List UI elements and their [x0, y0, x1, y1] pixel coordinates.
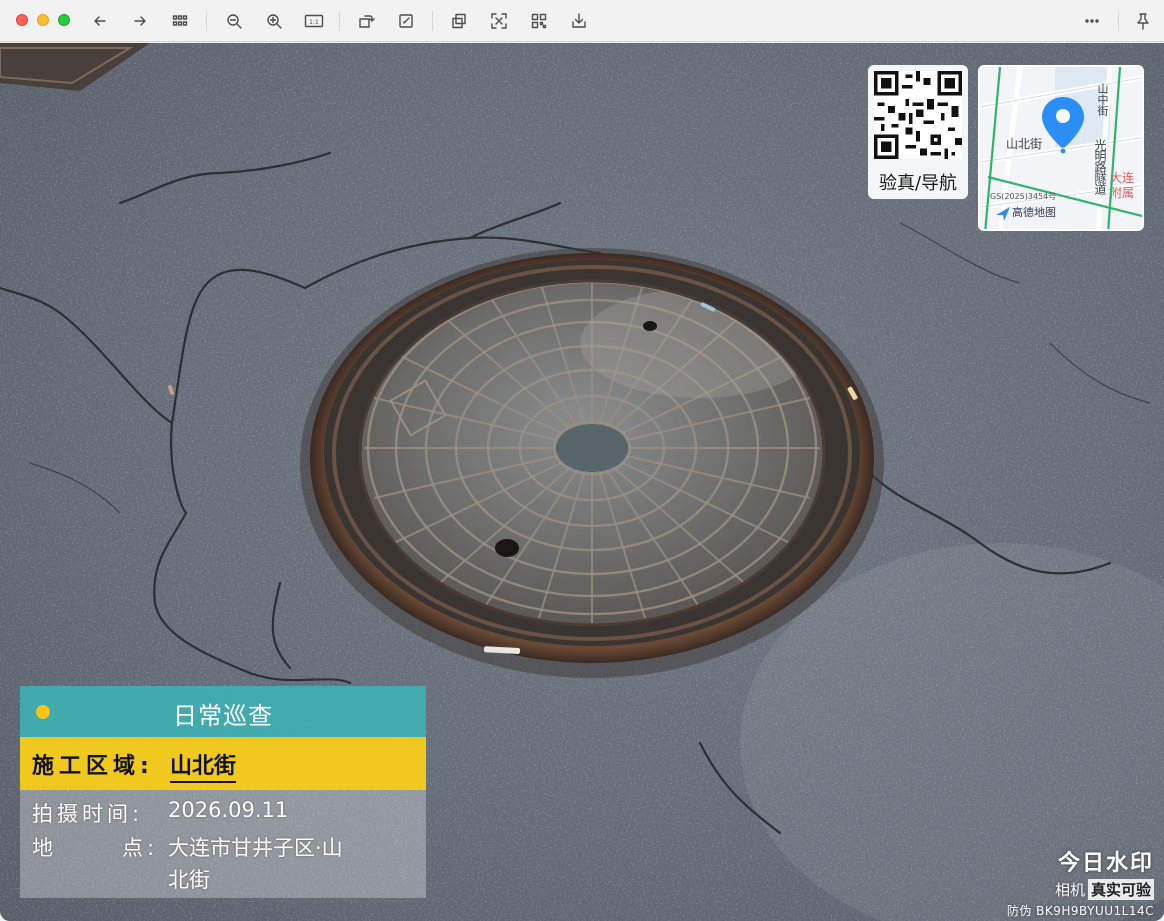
qr-icon [531, 13, 547, 29]
pin-icon [1137, 13, 1149, 30]
time-label: 拍摄时间: [32, 802, 144, 826]
brand-name: 今日水印 [1057, 851, 1154, 876]
minimize-window-button[interactable] [37, 14, 49, 26]
place-value-line1: 大连市甘井子区·山 [168, 836, 343, 860]
verified-tag: 真实可验 [1087, 879, 1154, 900]
zoom-out-icon [227, 14, 242, 29]
arrow-left-icon [94, 16, 106, 26]
map-street-top: 山中街 [1096, 83, 1109, 116]
close-window-button[interactable] [16, 14, 28, 26]
toolbar-divider [339, 11, 340, 31]
place-label-suffix: 点: [122, 836, 159, 860]
area-value: 山北街 [170, 748, 237, 783]
anti-fake-code: 防伪 BK9H9BYUU1L14C [1006, 904, 1154, 918]
toolbar-divider [432, 11, 433, 31]
map-provider: 高德地图 [1012, 206, 1056, 219]
arrow-right-icon [134, 16, 146, 26]
more-icon [1085, 19, 1099, 23]
grid-icon [172, 15, 188, 26]
scan-icon [491, 13, 507, 29]
svg-text:1:1: 1:1 [309, 19, 319, 26]
time-value: 2026.09.11 [168, 798, 289, 822]
toolbar-divider [1118, 11, 1119, 31]
qr-label: 验真/导航 [878, 173, 958, 194]
edit-icon [399, 14, 413, 28]
pin-button[interactable] [1131, 9, 1155, 33]
camera-brand-mark: 今日水印 相机 真实可验 防伪 BK9H9BYUU1L14C [1007, 845, 1154, 919]
rotate-icon [359, 15, 375, 28]
zoom-window-button[interactable] [58, 14, 70, 26]
location-map-thumbnail[interactable]: 山北街 山中街 光明路隧道 大连附属 GS(2025)3454号 高德地图 [978, 65, 1144, 231]
download-icon [572, 13, 586, 28]
actual-size-button[interactable]: 1:1 [301, 9, 327, 33]
toolbar-divider [206, 11, 207, 31]
place-label: 地 [32, 836, 57, 860]
map-graphic [980, 67, 1142, 229]
card-header: 日常巡查 [20, 686, 426, 737]
area-label: 施工区域: [32, 754, 154, 779]
card-body: 拍摄时间: 2026.09.11 地 点: 大连市甘井子区·山 北街 [20, 790, 426, 898]
verify-qr-badge[interactable]: 验真/导航 [868, 65, 968, 199]
area-row: 施工区域: 山北街 [20, 737, 426, 790]
back-button[interactable] [88, 9, 112, 33]
zoom-out-button[interactable] [222, 9, 246, 33]
image-viewer-window: 1:1 验真/导航 山北街 山中街 光明路隧道 大连附属 GS(2025)345… [0, 0, 1164, 921]
copy-icon [452, 13, 466, 29]
map-gs-code: GS(2025)3454号 [990, 192, 1057, 201]
zoom-in-icon [267, 14, 282, 29]
toolbar: 1:1 [0, 0, 1164, 42]
save-button[interactable] [567, 9, 591, 33]
brand-sub: 相机 真实可验 [1007, 879, 1154, 900]
actual-size-icon: 1:1 [304, 14, 324, 28]
edit-button[interactable] [394, 9, 418, 33]
qr-button[interactable] [527, 9, 551, 33]
card-title: 日常巡查 [173, 702, 273, 730]
map-street-left: 山北街 [1006, 137, 1043, 151]
inspection-watermark-card: 日常巡查 施工区域: 山北街 拍摄时间: 2026.09.11 地 点: 大连市… [20, 686, 426, 898]
photo-canvas: 验真/导航 山北街 山中街 光明路隧道 大连附属 GS(2025)3454号 高… [0, 43, 1164, 921]
more-button[interactable] [1080, 9, 1104, 33]
forward-button[interactable] [128, 9, 152, 33]
map-district: 大连附属 [1110, 171, 1135, 200]
copy-button[interactable] [447, 9, 471, 33]
map-street-right: 光明路隧道 [1093, 139, 1107, 194]
brand-sub-prefix: 相机 [1054, 881, 1085, 899]
zoom-in-button[interactable] [262, 9, 286, 33]
place-value-line2: 北街 [168, 868, 210, 892]
rotate-button[interactable] [354, 9, 378, 33]
grid-view-button[interactable] [168, 9, 192, 33]
qr-code-icon [874, 71, 962, 159]
scan-button[interactable] [487, 9, 511, 33]
